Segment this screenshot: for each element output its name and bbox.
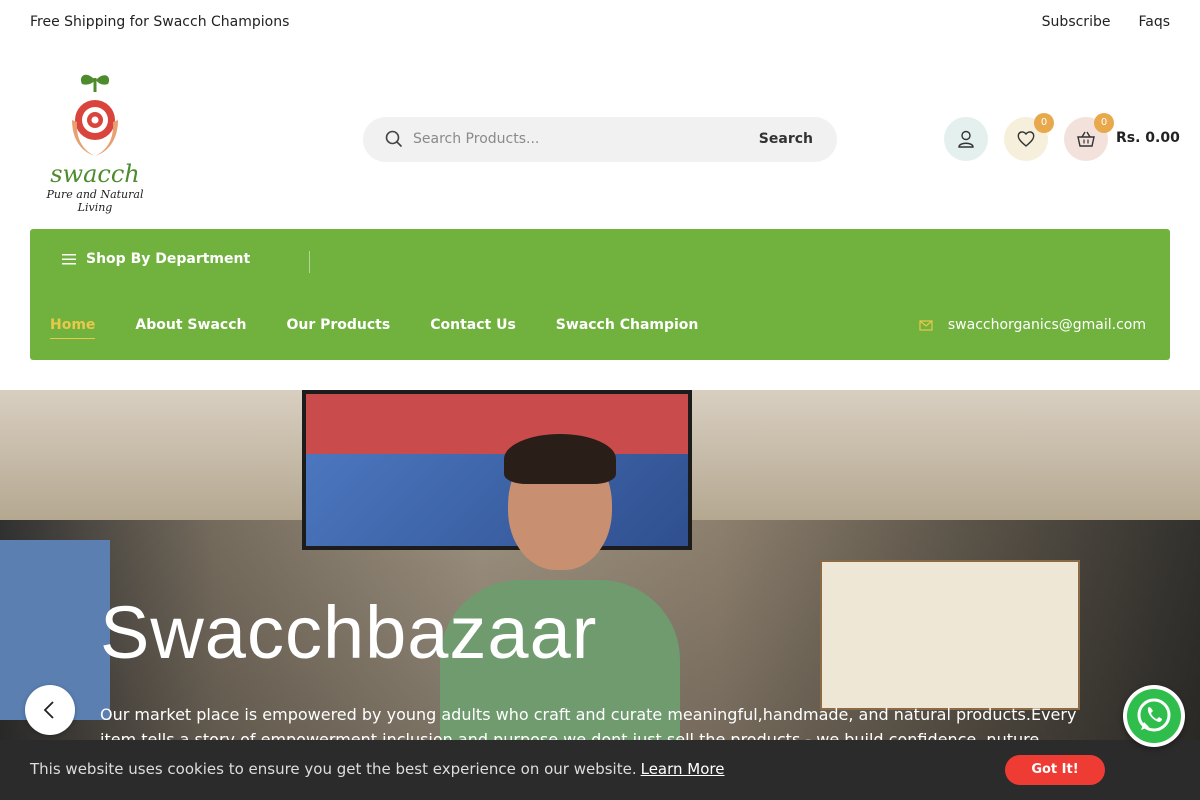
whatsapp-icon <box>1137 698 1171 732</box>
cart-count-badge: 0 <box>1094 113 1114 133</box>
nav-about-swacch[interactable]: About Swacch <box>135 317 246 339</box>
nav-swacch-champion[interactable]: Swacch Champion <box>556 317 699 339</box>
chevron-left-icon <box>43 701 54 719</box>
learn-more-link[interactable]: Learn More <box>641 760 725 778</box>
wishlist-count-badge: 0 <box>1034 113 1054 133</box>
hero-slider: Swacchbazaar Our market place is empower… <box>0 390 1200 800</box>
nav-home[interactable]: Home <box>50 317 96 339</box>
logo-emblem-icon <box>72 74 118 156</box>
hero-photo-shelf-right <box>820 560 1080 710</box>
search-bar: Search <box>363 117 837 162</box>
logo-wordmark: swacch <box>50 160 140 188</box>
cookie-banner: This website uses cookies to ensure you … <box>0 740 1200 800</box>
top-links: Subscribe Faqs <box>1042 14 1170 30</box>
header: swacch Pure and Natural Living Search 0 … <box>0 46 1200 229</box>
nav-divider <box>309 251 310 273</box>
heart-icon <box>1017 131 1035 147</box>
account-button[interactable] <box>944 117 988 161</box>
cookie-message: This website uses cookies to ensure you … <box>30 760 725 778</box>
cart-button[interactable]: 0 <box>1064 113 1114 161</box>
subscribe-link[interactable]: Subscribe <box>1042 14 1111 30</box>
user-icon <box>958 130 974 148</box>
cart-total[interactable]: Rs. 0.00 <box>1116 130 1180 146</box>
swacch-logo[interactable]: swacch Pure and Natural Living <box>30 70 160 214</box>
accept-cookies-button[interactable]: Got It! <box>1005 755 1105 785</box>
shop-by-department-button[interactable]: Shop By Department <box>62 251 250 267</box>
slider-prev-button[interactable] <box>25 685 75 735</box>
search-button[interactable]: Search <box>759 131 813 147</box>
shop-by-department-label: Shop By Department <box>86 251 251 267</box>
email-icon <box>919 320 933 331</box>
free-shipping-text: Free Shipping for Swacch Champions <box>30 14 290 30</box>
search-input[interactable] <box>413 125 743 153</box>
menu-links: Home About Swacch Our Products Contact U… <box>50 317 698 339</box>
contact-email[interactable]: swacchorganics@gmail.com <box>918 317 1146 333</box>
search-icon <box>385 130 403 148</box>
main-navigation: Shop By Department Home About Swacch Our… <box>30 229 1170 360</box>
faqs-link[interactable]: Faqs <box>1138 14 1170 30</box>
menu-icon <box>62 254 76 265</box>
basket-icon <box>1077 131 1095 147</box>
logo-tagline: Pure and Natural Living <box>46 188 144 214</box>
top-bar: Free Shipping for Swacch Champions Subsc… <box>0 0 1200 46</box>
cookie-message-text: This website uses cookies to ensure you … <box>30 760 637 778</box>
hero-title: Swacchbazaar <box>100 591 598 674</box>
wishlist-button[interactable]: 0 <box>1004 113 1054 161</box>
nav-contact-us[interactable]: Contact Us <box>430 317 516 339</box>
nav-our-products[interactable]: Our Products <box>286 317 390 339</box>
whatsapp-button[interactable] <box>1123 685 1185 747</box>
contact-email-text: swacchorganics@gmail.com <box>947 317 1146 333</box>
